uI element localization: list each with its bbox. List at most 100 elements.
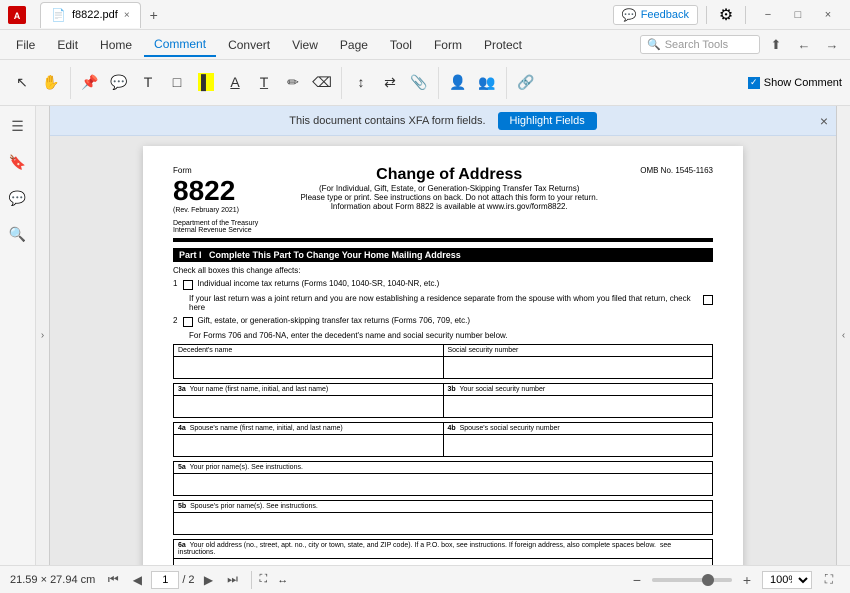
row2-text: Gift, estate, or generation-skipping tra… xyxy=(197,316,713,325)
zoom-in-btn[interactable]: + xyxy=(738,571,756,589)
zoom-select[interactable]: 100% 75% 125% 150% xyxy=(762,571,812,589)
row4-table: 4a Spouse's name (first name, initial, a… xyxy=(173,422,713,457)
row6a-field[interactable] xyxy=(174,559,713,566)
sidebar-nav-icon[interactable]: ☰ xyxy=(6,114,30,138)
forward-icon[interactable]: → xyxy=(820,33,844,57)
menu-view[interactable]: View xyxy=(282,34,328,56)
tb-replace[interactable]: ⇄ xyxy=(376,72,404,94)
tb-area[interactable]: □ xyxy=(163,72,191,93)
titlebar-left: A 📄 f8822.pdf × + xyxy=(8,2,165,28)
maximize-btn[interactable]: □ xyxy=(784,4,812,26)
fit-width-icon[interactable]: ↔ xyxy=(277,574,288,586)
row4b-text: Spouse's social security number xyxy=(460,425,560,432)
row3-table: 3a Your name (first name, initial, and l… xyxy=(173,383,713,418)
zoom-slider[interactable] xyxy=(652,578,732,582)
highlight-fields-button[interactable]: Highlight Fields xyxy=(498,112,597,130)
menu-comment[interactable]: Comment xyxy=(144,33,216,57)
tb-insert[interactable]: ↕ xyxy=(347,72,375,93)
row5b-label-cell: 5b Spouse's prior name(s). See instructi… xyxy=(174,501,713,513)
menu-convert[interactable]: Convert xyxy=(218,34,280,56)
main-area: ☰ 🔖 💬 🔍 › This document contains XFA for… xyxy=(0,106,850,565)
form-header: Form 8822 (Rev. February 2021) Departmen… xyxy=(173,166,713,234)
sidebar-comment-icon[interactable]: 💬 xyxy=(6,186,30,210)
checkbox-2[interactable] xyxy=(183,317,193,327)
show-comment-label: Show Comment xyxy=(764,77,842,89)
tb-highlight[interactable]: ▌ xyxy=(192,71,220,94)
tb-underline[interactable]: A xyxy=(221,72,249,93)
tb-draw[interactable]: ✏ xyxy=(279,72,307,94)
checkbox-1-sub[interactable] xyxy=(703,295,713,305)
fit-page-icon[interactable]: ⛶ xyxy=(260,573,268,586)
feedback-button[interactable]: 💬 Feedback xyxy=(613,5,698,25)
checkbox-1[interactable] xyxy=(183,280,193,290)
menu-protect[interactable]: Protect xyxy=(474,34,532,56)
share-icon[interactable]: ⬆ xyxy=(764,33,788,57)
pdf-page: Form 8822 (Rev. February 2021) Departmen… xyxy=(143,146,743,565)
tb-stamp[interactable]: T̲ xyxy=(250,72,278,93)
settings-icon[interactable]: ⚙ xyxy=(715,4,737,26)
pdf-tab[interactable]: 📄 f8822.pdf × xyxy=(40,2,141,28)
nav-icons: ⬆ ← → xyxy=(764,33,844,57)
svg-text:A: A xyxy=(14,11,21,21)
toolbar: ↖ ✋ 📌 💬 T □ ▌ A T̲ ✏ ⌫ ↕ ⇄ 📎 👤 👥 🔗 ✓ Sho… xyxy=(0,60,850,106)
tab-close-btn[interactable]: × xyxy=(124,10,130,21)
tb-attach[interactable]: 📎 xyxy=(405,72,433,94)
titlebar: A 📄 f8822.pdf × + 💬 Feedback ⚙ − □ × xyxy=(0,0,850,30)
tb-cursor[interactable]: ↖ xyxy=(8,72,36,94)
row4a-text: Spouse's name (first name, initial, and … xyxy=(190,425,343,432)
row5b-field[interactable] xyxy=(174,513,713,535)
part1-title: Complete This Part To Change Your Home M… xyxy=(209,250,461,260)
row3b-field[interactable] xyxy=(443,396,713,418)
menu-form[interactable]: Form xyxy=(424,34,472,56)
check-row-1: 1 Individual income tax returns (Forms 1… xyxy=(173,279,713,290)
tb-text[interactable]: T xyxy=(134,72,162,93)
menu-page[interactable]: Page xyxy=(330,34,378,56)
nav-next-btn[interactable]: ▶ xyxy=(199,570,219,590)
tb-sticky[interactable]: 📌 xyxy=(76,72,104,94)
decedent-col-header: Decedent's name xyxy=(174,345,444,357)
row2-sub: For Forms 706 and 706-NA, enter the dece… xyxy=(189,331,713,340)
row5a-table: 5a Your prior name(s). See instructions. xyxy=(173,461,713,496)
row3a-label-cell: 3a Your name (first name, initial, and l… xyxy=(174,384,444,396)
search-tools-box[interactable]: 🔍 Search Tools xyxy=(640,35,760,54)
row4a-field[interactable] xyxy=(174,435,444,457)
doc-area: This document contains XFA form fields. … xyxy=(50,106,836,565)
row6a-text: Your old address (no., street, apt. no.,… xyxy=(190,542,656,549)
left-collapse-arrow[interactable]: › xyxy=(36,106,50,565)
row6a-label: 6a xyxy=(178,542,186,549)
sidebar-search-icon[interactable]: 🔍 xyxy=(6,222,30,246)
tb-link[interactable]: 🔗 xyxy=(512,72,540,94)
minimize-btn[interactable]: − xyxy=(754,4,782,26)
back-icon[interactable]: ← xyxy=(792,33,816,57)
menu-edit[interactable]: Edit xyxy=(47,34,88,56)
menu-file[interactable]: File xyxy=(6,34,45,56)
menu-home[interactable]: Home xyxy=(90,34,142,56)
tb-callout[interactable]: 💬 xyxy=(105,72,133,94)
tb-erase[interactable]: ⌫ xyxy=(308,72,336,94)
notification-close-btn[interactable]: × xyxy=(820,113,828,129)
zoom-out-btn[interactable]: − xyxy=(628,571,646,589)
right-collapse-arrow[interactable]: ‹ xyxy=(836,106,850,565)
nav-first-btn[interactable]: ⏮ xyxy=(103,570,123,590)
form-title-block: Change of Address (For Individual, Gift,… xyxy=(258,166,640,211)
row5a-field[interactable] xyxy=(174,474,713,496)
tb-hand[interactable]: ✋ xyxy=(37,72,65,94)
row3a-field[interactable] xyxy=(174,396,444,418)
new-tab-btn[interactable]: + xyxy=(143,4,165,26)
nav-last-btn[interactable]: ⏭ xyxy=(223,570,243,590)
fit-btn[interactable]: ⛶ xyxy=(818,569,840,591)
ssn-field[interactable] xyxy=(443,357,713,379)
menu-tool[interactable]: Tool xyxy=(380,34,422,56)
page-input[interactable] xyxy=(151,571,179,589)
tb-group-btn[interactable]: 👥 xyxy=(473,72,501,94)
sidebar-bookmark-icon[interactable]: 🔖 xyxy=(6,150,30,174)
nav-prev-btn[interactable]: ◀ xyxy=(127,570,147,590)
sep2 xyxy=(341,67,342,99)
tb-user[interactable]: 👤 xyxy=(444,72,472,94)
row4b-field[interactable] xyxy=(443,435,713,457)
sep4 xyxy=(506,67,507,99)
show-comment-checkbox[interactable]: ✓ xyxy=(748,77,760,89)
close-btn[interactable]: × xyxy=(814,4,842,26)
decedent-field[interactable] xyxy=(174,357,444,379)
pdf-scroll[interactable]: Form 8822 (Rev. February 2021) Departmen… xyxy=(50,136,836,565)
